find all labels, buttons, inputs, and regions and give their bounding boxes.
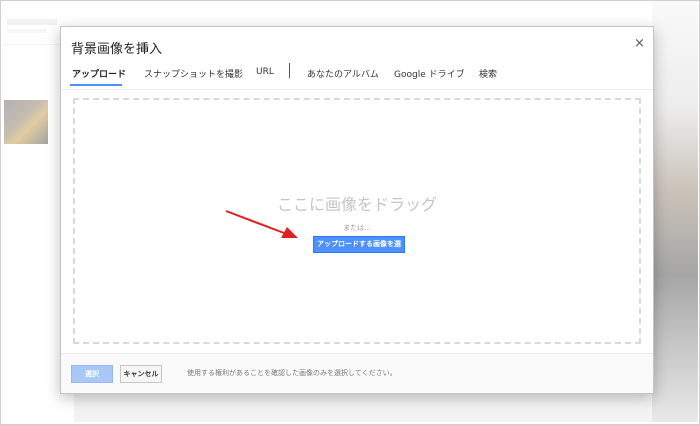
arrow-pointer-icon	[225, 210, 298, 238]
